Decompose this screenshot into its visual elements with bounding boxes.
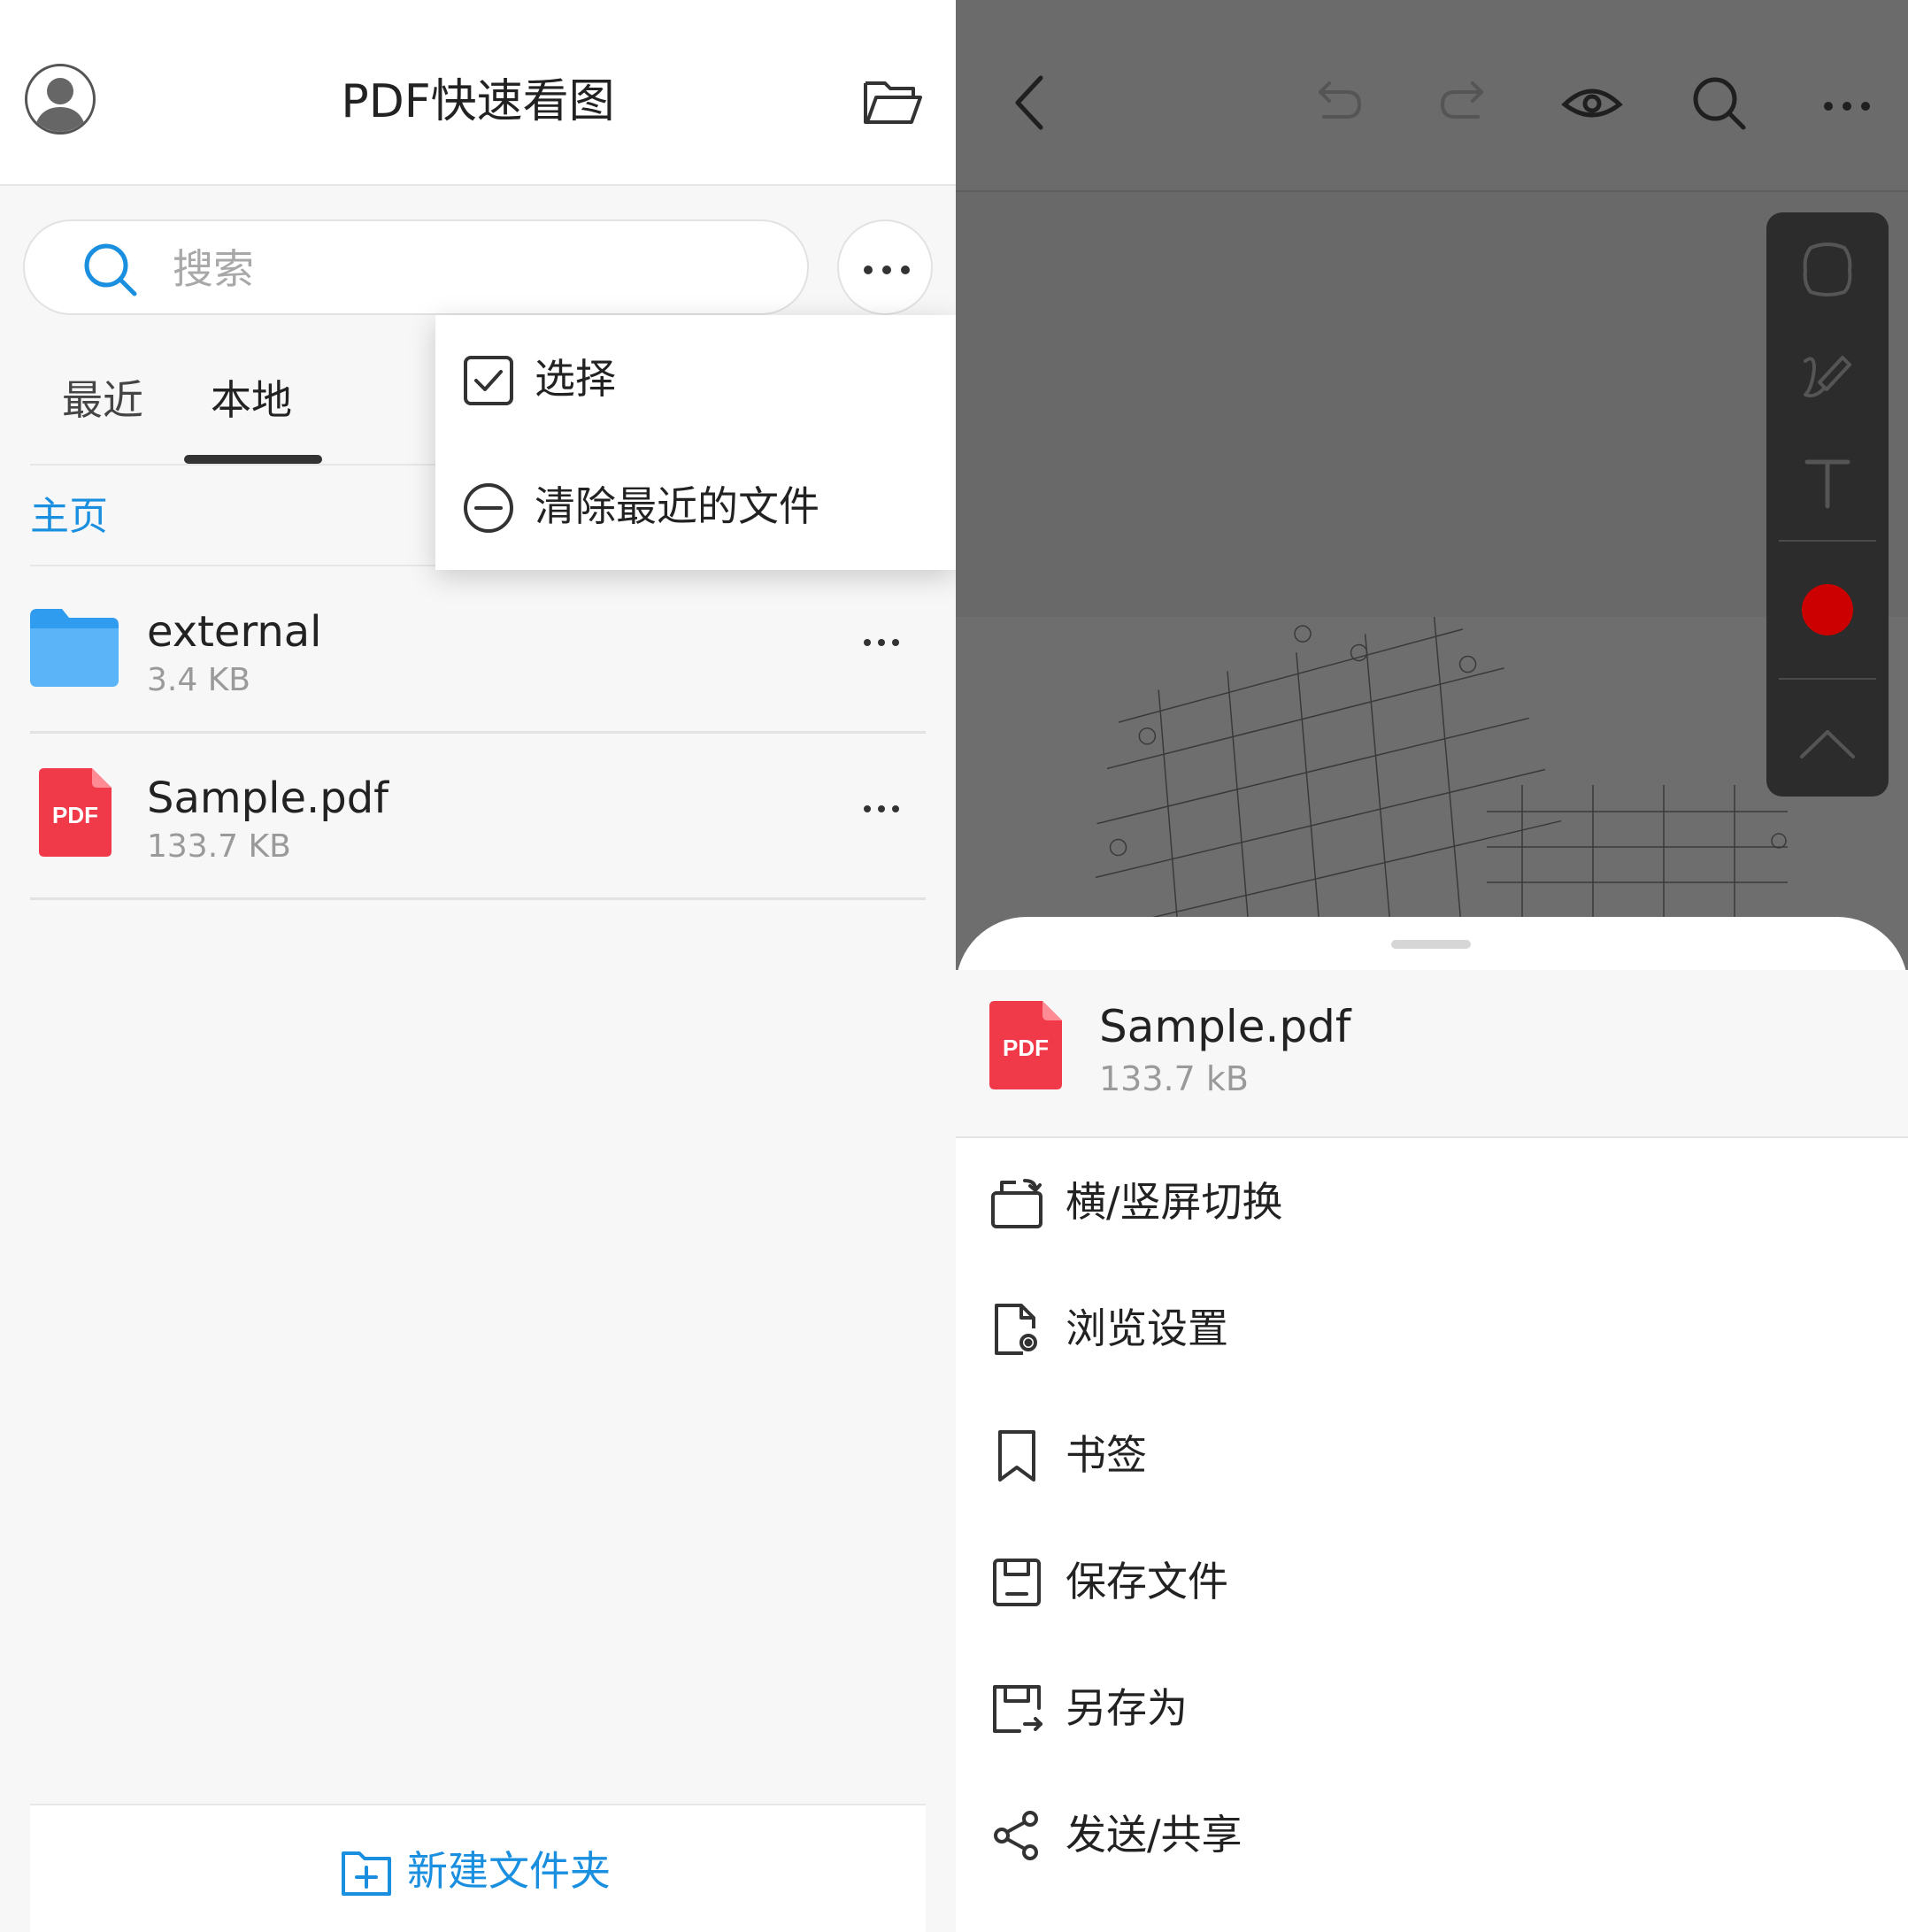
pdf-file-icon: PDF [39, 768, 112, 857]
pdf-viewer-panel: PDF Sample.pdf 133.7 kB 横/竖屏切换 浏览设置 书签 保… [956, 0, 1908, 1932]
redo-icon[interactable] [1434, 71, 1496, 133]
menu-item-label: 保存文件 [1066, 1558, 1228, 1605]
pdf-file-icon: PDF [989, 1001, 1062, 1089]
menu-item-label: 书签 [1066, 1431, 1147, 1479]
file-size: 133.7 KB [147, 828, 291, 865]
avatar-icon[interactable] [25, 64, 96, 135]
view-settings-icon [995, 1304, 1037, 1355]
menu-item-bookmark[interactable]: 书签 [989, 1409, 1874, 1506]
active-tab-indicator [184, 455, 322, 464]
file-size: 3.4 KB [147, 662, 250, 698]
text-tool-icon[interactable] [1796, 451, 1858, 513]
menu-item-label: 另存为 [1066, 1684, 1188, 1732]
eye-icon[interactable] [1561, 71, 1623, 133]
row-more-icon[interactable] [862, 800, 904, 818]
pen-icon[interactable] [1796, 345, 1858, 407]
menu-item-label: 浏览设置 [1066, 1305, 1228, 1352]
undo-icon[interactable] [1306, 71, 1368, 133]
new-folder-icon [342, 1851, 391, 1896]
menu-item-share[interactable]: 发送/共享 [989, 1789, 1874, 1886]
search-input[interactable] [171, 237, 776, 301]
menu-item-label: 横/竖屏切换 [1066, 1178, 1283, 1226]
checkbox-icon [464, 356, 513, 405]
open-folder-icon[interactable] [862, 71, 924, 133]
annotation-toolbar [1766, 212, 1889, 797]
tab-recent[interactable]: 最近 [62, 372, 143, 428]
more-options-button[interactable] [837, 219, 933, 315]
lasso-select-icon[interactable] [1796, 239, 1858, 301]
bookmark-icon [998, 1430, 1035, 1482]
new-folder-button[interactable]: 新建文件夹 [340, 1841, 658, 1903]
menu-item-save-as[interactable]: 另存为 [989, 1662, 1874, 1759]
pdf-page-area[interactable] [956, 192, 1908, 617]
popup-item-label: 清除最近的文件 [535, 482, 819, 530]
color-picker-dot[interactable] [1802, 584, 1853, 635]
tab-local[interactable]: 本地 [211, 372, 292, 428]
sheet-file-info: PDF Sample.pdf 133.7 kB [956, 970, 1908, 1138]
save-as-icon [993, 1685, 1042, 1733]
search-icon[interactable] [1689, 71, 1750, 133]
file-name: external [147, 607, 322, 657]
menu-item-save-file[interactable]: 保存文件 [989, 1536, 1874, 1633]
popup-item-select[interactable]: 选择 [462, 336, 940, 425]
row-more-icon[interactable] [862, 634, 904, 651]
menu-item-rotate-screen[interactable]: 横/竖屏切换 [989, 1156, 1874, 1253]
folder-icon [30, 609, 119, 687]
new-folder-label: 新建文件夹 [407, 1847, 611, 1895]
options-popup-menu: 选择 清除最近的文件 [435, 315, 956, 570]
rotate-screen-icon [991, 1179, 1042, 1228]
popup-item-label: 选择 [535, 355, 616, 403]
file-actions-sheet: PDF Sample.pdf 133.7 kB 横/竖屏切换 浏览设置 书签 保… [956, 917, 1908, 1932]
file-row-external[interactable]: external 3.4 KB [30, 566, 926, 734]
sheet-drag-handle[interactable] [1391, 940, 1471, 949]
file-row-sample-pdf[interactable]: PDF Sample.pdf 133.7 KB [30, 733, 926, 900]
minus-circle-icon [464, 483, 513, 533]
file-name: Sample.pdf [147, 774, 389, 823]
menu-item-view-settings[interactable]: 浏览设置 [989, 1282, 1874, 1380]
search-bar[interactable] [23, 219, 809, 315]
sheet-file-name: Sample.pdf [1099, 1001, 1351, 1052]
search-icon [84, 243, 137, 296]
viewer-toolbar [956, 0, 1908, 192]
back-icon[interactable] [1002, 71, 1064, 133]
chevron-up-icon[interactable] [1796, 712, 1858, 774]
file-manager-panel: PDF快速看图 最近 本地 主页 external 3.4 KB [0, 0, 956, 1932]
save-icon [993, 1559, 1041, 1606]
pdf-icon-text: PDF [1003, 1035, 1049, 1061]
pdf-icon-text: PDF [52, 802, 98, 828]
bottom-action-bar: 新建文件夹 [30, 1804, 926, 1932]
menu-item-label: 发送/共享 [1066, 1811, 1243, 1859]
more-icon[interactable] [1816, 71, 1878, 133]
app-header: PDF快速看图 [0, 0, 956, 186]
popup-item-clear-recent[interactable]: 清除最近的文件 [462, 464, 940, 552]
share-icon [994, 1811, 1038, 1860]
app-title: PDF快速看图 [341, 75, 615, 128]
sheet-file-size: 133.7 kB [1099, 1059, 1249, 1098]
breadcrumb-home[interactable]: 主页 [30, 489, 108, 545]
